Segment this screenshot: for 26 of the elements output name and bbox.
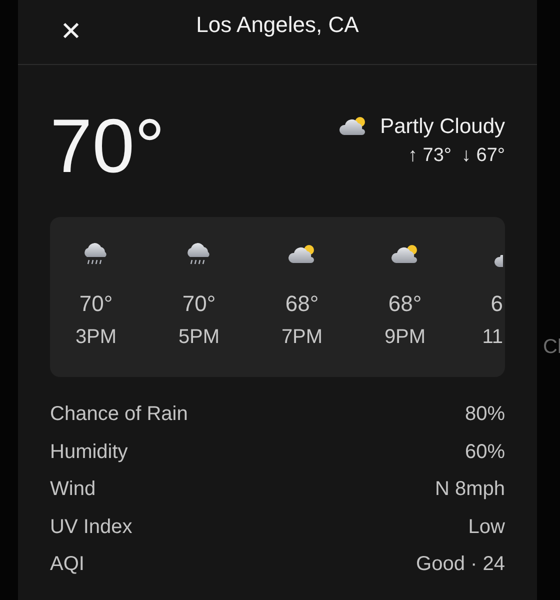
city-title: Los Angeles, CA — [196, 12, 359, 37]
close-button[interactable]: ✕ — [58, 17, 84, 47]
detail-label: AQI — [50, 553, 84, 577]
detail-value: N 8mph — [434, 478, 505, 502]
detail-label: UV Index — [50, 516, 132, 540]
high-temperature: ↑ 73° — [408, 145, 452, 167]
detail-label: Humidity — [50, 440, 128, 464]
hour-time: 5PM — [178, 325, 220, 349]
hour-time: 11 — [482, 325, 503, 349]
hour-time: 9PM — [384, 325, 426, 349]
hour-temperature: 68° — [285, 291, 319, 317]
detail-label: Wind — [50, 478, 96, 502]
hour-temperature: 70° — [79, 291, 113, 317]
detail-value: 60% — [464, 440, 505, 464]
hour-temperature: 68° — [388, 291, 422, 317]
detail-value: Good · 24 — [416, 553, 505, 577]
detail-value: Low — [468, 516, 505, 540]
hour-time: 3PM — [75, 325, 117, 349]
condition-label: Partly Cloudy — [380, 115, 505, 139]
hour-temperature: 70° — [182, 291, 216, 317]
hour-temperature: 6 — [490, 291, 503, 317]
detail-value: 80% — [464, 403, 505, 427]
low-temperature: ↓ 67° — [461, 145, 505, 167]
hour-time: 7PM — [281, 325, 323, 349]
current-temperature: 70° — [50, 107, 165, 187]
detail-label: Chance of Rain — [50, 403, 188, 427]
